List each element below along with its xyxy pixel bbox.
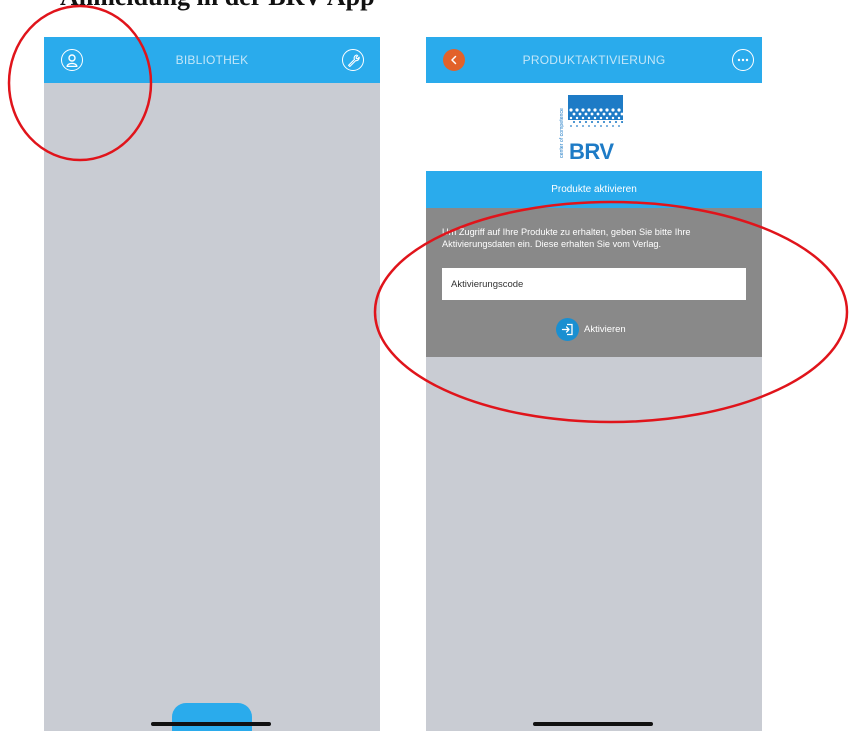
logo-dot	[617, 116, 621, 120]
logo-dot	[569, 108, 573, 112]
activation-code-input[interactable]	[442, 268, 746, 300]
logo-dot	[593, 108, 597, 112]
logo-dot	[611, 108, 615, 112]
activation-title: PRODUKTAKTIVIERUNG	[522, 53, 666, 67]
logo-dot	[599, 108, 603, 112]
logo-dot	[572, 112, 576, 116]
logo-dot	[614, 120, 618, 124]
settings-button[interactable]	[342, 49, 364, 71]
activate-label: Aktivieren	[584, 323, 626, 335]
logo-dot	[569, 116, 573, 120]
logo-dot	[581, 108, 585, 112]
page-heading: Anmeldung in der BRV App	[60, 0, 660, 12]
logo-dot	[602, 120, 606, 124]
bottom-tab-button[interactable]	[172, 703, 252, 731]
home-indicator	[533, 722, 653, 726]
logo-dot	[575, 108, 579, 112]
logo-dot	[596, 120, 600, 124]
logo-name: BRV	[569, 139, 614, 161]
activate-button[interactable]: Aktivieren	[556, 317, 626, 341]
activation-screen: PRODUKTAKTIVIERUNG center of competence …	[426, 37, 762, 731]
logo-dot	[587, 116, 591, 120]
back-button[interactable]	[443, 49, 465, 71]
logo-dot	[599, 116, 603, 120]
logo-dot	[594, 125, 596, 127]
home-indicator	[151, 722, 271, 726]
logo-dot	[602, 112, 606, 116]
logo-dot	[600, 125, 602, 127]
logo-tagline: center of competence	[559, 108, 565, 158]
logo-dot	[584, 120, 588, 124]
logo-dot	[575, 116, 579, 120]
logo-dot	[611, 116, 615, 120]
logo-dot	[578, 120, 582, 124]
activation-description: Um Zugriff auf Ihre Produkte zu erhalten…	[442, 227, 691, 249]
logo-dot	[620, 120, 623, 124]
logo-dot	[606, 125, 608, 127]
logo-dot	[581, 116, 585, 120]
logo-dot	[570, 125, 572, 127]
section-header: Produkte aktivieren	[426, 171, 762, 208]
logo-dot	[578, 112, 582, 116]
logo-dot	[614, 112, 618, 116]
library-title: BIBLIOTHEK	[175, 53, 249, 67]
logo-dot	[618, 125, 620, 127]
sign-in-icon	[556, 317, 579, 341]
brv-logo: center of competence BRV	[559, 95, 623, 161]
account-button[interactable]	[61, 49, 83, 71]
activation-panel: Um Zugriff auf Ihre Produkte zu erhalten…	[426, 208, 762, 357]
user-circle-icon	[66, 53, 78, 67]
logo-dot	[605, 108, 609, 112]
activation-navbar: PRODUKTAKTIVIERUNG	[426, 37, 762, 83]
logo-dot	[617, 108, 621, 112]
chevron-left-icon	[451, 55, 457, 65]
logo-dot	[590, 112, 594, 116]
logo-dot	[588, 125, 590, 127]
more-dots-icon	[737, 58, 749, 62]
wrench-icon	[347, 53, 360, 67]
logo-dot	[605, 116, 609, 120]
logo-dot	[590, 120, 594, 124]
logo-dot	[572, 120, 576, 124]
logo-dot	[608, 112, 612, 116]
more-button[interactable]	[732, 49, 754, 71]
logo-dot	[608, 120, 612, 124]
logo-dot	[612, 125, 614, 127]
logo-dot	[582, 125, 584, 127]
library-screen: BIBLIOTHEK	[44, 37, 380, 731]
logo-dot	[596, 112, 600, 116]
logo-dot	[587, 108, 591, 112]
logo-dot	[593, 116, 597, 120]
logo-dot	[576, 125, 578, 127]
logo-dot	[584, 112, 588, 116]
library-navbar: BIBLIOTHEK	[44, 37, 380, 83]
